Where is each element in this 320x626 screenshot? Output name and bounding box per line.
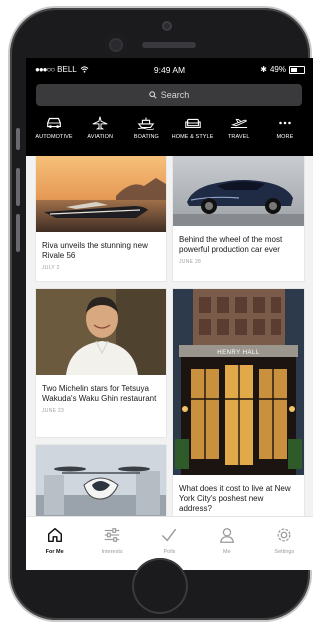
tab-label: Polls — [163, 549, 176, 555]
article-card[interactable]: HENRY HALL What does it cost to live at … — [173, 289, 304, 516]
tab-label: Interests — [101, 549, 123, 555]
app-screen: ●●●○○ BELL 9:49 AM ✱ 49% Search AUTOMOTI… — [26, 58, 313, 570]
category-label: BOATING — [133, 134, 159, 140]
category-more[interactable]: MORE — [263, 116, 307, 152]
article-title: Riva unveils the stunning new Rivale 56 — [42, 241, 148, 260]
article-feed: Riva unveils the stunning new Rivale 56 … — [26, 156, 313, 516]
earpiece-speaker — [142, 42, 196, 48]
mute-switch — [16, 128, 20, 150]
sofa-icon — [184, 118, 201, 129]
category-label: AUTOMOTIVE — [35, 134, 73, 140]
check-icon — [162, 528, 177, 542]
search-icon — [149, 91, 157, 99]
front-camera — [105, 34, 127, 56]
user-icon — [219, 528, 234, 543]
status-bar: ●●●○○ BELL 9:49 AM ✱ 49% — [26, 58, 313, 80]
search-placeholder: Search — [160, 90, 190, 100]
more-dots-icon — [279, 121, 291, 125]
plane-icon — [92, 116, 108, 130]
building-sign: HENRY HALL — [217, 350, 260, 356]
category-label: AVIATION — [87, 134, 114, 140]
article-card[interactable]: Behind the wheel of the most powerful pr… — [173, 156, 304, 281]
tab-me[interactable]: Me — [201, 517, 253, 570]
category-travel[interactable]: TRAVEL — [217, 116, 261, 152]
category-label: HOME & STYLE — [171, 134, 214, 140]
home-button[interactable] — [132, 558, 188, 614]
article-title: Two Michelin stars for Tetsuya Wakuda's … — [42, 384, 157, 403]
article-image-building: HENRY HALL — [173, 289, 304, 475]
car-icon — [47, 117, 61, 128]
category-automotive[interactable]: AUTOMOTIVE — [32, 116, 76, 152]
article-card[interactable]: Two Michelin stars for Tetsuya Wakuda's … — [36, 289, 166, 437]
tab-label: For Me — [45, 549, 64, 555]
category-boating[interactable]: BOATING — [124, 116, 168, 152]
article-date: JUNE 23 — [42, 408, 65, 414]
article-image-chef — [36, 289, 166, 375]
category-label: TRAVEL — [227, 134, 250, 140]
search-bar[interactable]: Search — [36, 84, 302, 106]
home-icon — [47, 527, 62, 543]
tab-label: Me — [223, 549, 231, 555]
battery-icon — [289, 65, 305, 74]
article-image-speedboat — [36, 156, 166, 232]
tab-for-me[interactable]: For Me — [29, 517, 81, 570]
top-camera — [162, 21, 172, 31]
article-image-sportscar — [173, 156, 304, 226]
sliders-icon — [104, 528, 120, 542]
article-title: What does it cost to live at New York Ci… — [179, 484, 291, 513]
category-aviation[interactable]: AVIATION — [78, 116, 122, 152]
volume-down-button — [16, 214, 20, 252]
article-image-drone — [36, 445, 166, 516]
airplane-takeoff-icon — [230, 118, 247, 128]
article-date: JUNE 28 — [179, 259, 202, 265]
volume-up-button — [16, 168, 20, 206]
tab-label: Settings — [274, 549, 295, 555]
gear-icon — [277, 528, 291, 542]
category-home-style[interactable]: HOME & STYLE — [171, 116, 215, 152]
article-card[interactable]: Riva unveils the stunning new Rivale 56 … — [36, 156, 166, 281]
category-label: MORE — [276, 134, 294, 140]
battery-percent: 49% — [269, 65, 286, 74]
article-title: Behind the wheel of the most powerful pr… — [179, 235, 283, 254]
article-card[interactable] — [36, 445, 166, 516]
boat-icon — [138, 117, 155, 130]
article-date: JULY 2 — [42, 265, 60, 271]
category-bar: AUTOMOTIVE AVIATION BOATING HOME & STYLE… — [26, 116, 313, 152]
tab-interests[interactable]: Interests — [86, 517, 138, 570]
bluetooth-icon: ✱ — [260, 65, 267, 74]
tab-settings[interactable]: Settings — [258, 517, 310, 570]
